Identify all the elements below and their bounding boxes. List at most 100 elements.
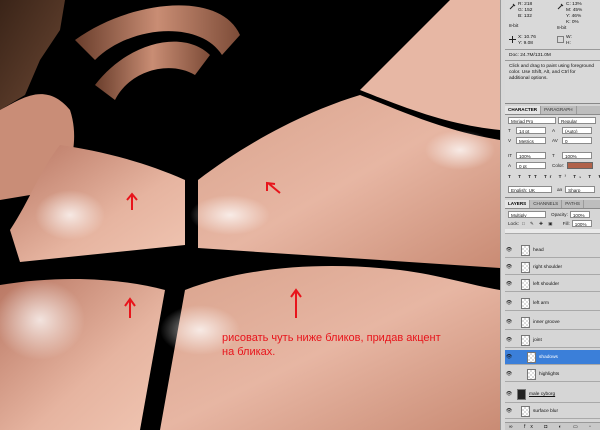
layer-row[interactable]: 👁 joint: [505, 333, 600, 348]
eye-icon[interactable]: 👁: [505, 387, 513, 402]
horizontal-scale-field[interactable]: 100%: [562, 152, 592, 159]
info-panel: R: 218 G: 152 B: 132 C: 13% M: 45% Y: 46…: [505, 0, 600, 104]
info-k-label: K:: [566, 20, 571, 25]
layer-row[interactable]: 👁 head: [505, 243, 600, 258]
tab-character[interactable]: CHARACTER: [505, 106, 542, 114]
info-b-value: 132: [523, 14, 532, 19]
info-ypos-value: 9.08: [523, 41, 533, 46]
eye-icon[interactable]: 👁: [505, 296, 513, 311]
font-size-icon: T: [508, 128, 511, 133]
layers-panel: LAYERS CHANNELS PATHS Multiply Opacity: …: [505, 200, 600, 430]
font-style-select[interactable]: Regular: [558, 117, 596, 124]
info-x-value: 10.76: [523, 35, 536, 40]
eye-icon[interactable]: 👁: [505, 277, 513, 292]
layer-row[interactable]: 👁 left arm: [505, 296, 600, 311]
tab-channels[interactable]: CHANNELS: [530, 200, 563, 208]
layer-row[interactable]: 👁 male cyborg: [505, 386, 600, 403]
layer-row[interactable]: 👁 inner groove: [505, 315, 600, 330]
photo-canvas: [0, 0, 500, 430]
baseline-shift-icon: A: [508, 163, 512, 168]
layer-thumbnail: [527, 368, 536, 380]
layer-thumbnail: [517, 388, 526, 400]
faux-style-icons[interactable]: T T TT Tr T¹ T₁ T Ŧ: [508, 173, 600, 180]
antialias-label: aa: [557, 187, 563, 192]
font-size-field[interactable]: 14 pt: [516, 127, 546, 134]
color-label: Color:: [552, 163, 565, 168]
layer-thumbnail: [521, 261, 530, 273]
tracking-field[interactable]: 0: [562, 137, 592, 144]
layer-name: male cyborg: [529, 391, 556, 397]
eye-icon[interactable]: 👁: [505, 404, 513, 419]
layer-thumbnail: [521, 316, 530, 328]
layer-thumbnail: [521, 278, 530, 290]
info-c-label: C:: [566, 2, 571, 7]
info-b-label: B:: [518, 14, 523, 19]
eye-icon[interactable]: 👁: [505, 260, 513, 275]
font-family-select[interactable]: Myriad Pro: [508, 117, 556, 124]
layer-name: surface blur: [533, 408, 559, 414]
opacity-label: Opacity:: [551, 212, 568, 217]
info-r-label: R:: [518, 2, 523, 7]
annotation-line-2: на бликах.: [222, 346, 276, 358]
tab-paths[interactable]: PATHS: [562, 200, 584, 208]
horizontal-scale-icon: T: [552, 153, 555, 158]
eye-icon[interactable]: 👁: [505, 350, 513, 365]
layers-tabs: LAYERS CHANNELS PATHS: [505, 200, 600, 209]
eyedropper-cmyk-icon: [557, 3, 564, 10]
eye-icon[interactable]: 👁: [505, 333, 513, 348]
layer-name: highlights: [539, 371, 560, 377]
kerning-icon: V: [508, 138, 512, 143]
info-g-value: 152: [524, 8, 533, 13]
blend-mode-select[interactable]: Multiply: [508, 211, 546, 218]
layer-thumbnail: [521, 405, 530, 417]
layer-row[interactable]: 👁 right shoulder: [505, 260, 600, 275]
layer-row-partial: [505, 229, 600, 234]
info-c-value: 13%: [572, 2, 582, 7]
layer-row[interactable]: 👁 left shoulder: [505, 277, 600, 292]
layer-name: left arm: [533, 300, 549, 306]
kerning-field[interactable]: Metrics: [516, 137, 546, 144]
eye-icon[interactable]: 👁: [505, 315, 513, 330]
opacity-field[interactable]: 100%: [569, 211, 590, 218]
crosshair-icon: [509, 36, 516, 43]
info-y-label: Y:: [566, 14, 571, 19]
language-select[interactable]: English: UK: [508, 186, 552, 193]
fill-label: Fill:: [562, 221, 570, 226]
layer-thumbnail: [521, 244, 530, 256]
eye-icon[interactable]: 👁: [505, 367, 513, 382]
layer-name: head: [533, 247, 544, 253]
lock-label: Lock:: [508, 221, 519, 226]
eye-icon[interactable]: 👁: [505, 243, 513, 258]
tracking-icon: AV: [552, 138, 558, 143]
vertical-scale-field[interactable]: 100%: [516, 152, 546, 159]
highlight-upper-right: [190, 195, 270, 235]
layer-row-selected[interactable]: 👁 shadows: [505, 350, 600, 365]
info-h-label: H:: [566, 41, 571, 46]
tab-paragraph[interactable]: PARAGRAPH: [541, 106, 577, 114]
layer-name: left shoulder: [533, 281, 560, 287]
layer-row[interactable]: 👁 highlights: [505, 367, 600, 382]
fill-field[interactable]: 100%: [571, 220, 592, 227]
info-hint: Click and drag to paint using foreground…: [509, 64, 595, 81]
baseline-shift-field[interactable]: 0 pt: [516, 162, 546, 169]
text-color-swatch[interactable]: [567, 162, 594, 169]
info-bit-right: 8-bit: [557, 26, 567, 31]
character-tabs: CHARACTER PARAGRAPH: [505, 106, 600, 115]
info-y-value: 46%: [571, 14, 582, 19]
panels-dock: R: 218 G: 152 B: 132 C: 13% M: 45% Y: 46…: [505, 0, 600, 430]
info-r-value: 218: [524, 2, 533, 7]
highlight-shoulder: [425, 130, 495, 170]
layer-thumbnail: [521, 297, 530, 309]
lock-icons[interactable]: □ ✎ ✚ ▣: [522, 220, 555, 227]
info-m-label: M:: [566, 8, 572, 13]
tab-layers[interactable]: LAYERS: [505, 200, 531, 208]
info-doc-size: Doc: 24.7M/131.0M: [509, 53, 551, 58]
document-canvas[interactable]: рисовать чуть ниже бликов, придав акцент…: [0, 0, 500, 430]
antialias-select[interactable]: Sharp: [565, 186, 596, 193]
info-g-label: G:: [518, 8, 524, 13]
layer-row[interactable]: 👁 surface blur: [505, 404, 600, 419]
layer-name: joint: [533, 337, 542, 343]
leading-field[interactable]: (Auto): [562, 127, 592, 134]
text-style-buttons: T T TT Tr T¹ T₁ T Ŧ: [508, 173, 600, 180]
layers-footer-buttons[interactable]: ∞ fx ◘ ◐ ▭ ▫ 🗑: [505, 422, 600, 430]
